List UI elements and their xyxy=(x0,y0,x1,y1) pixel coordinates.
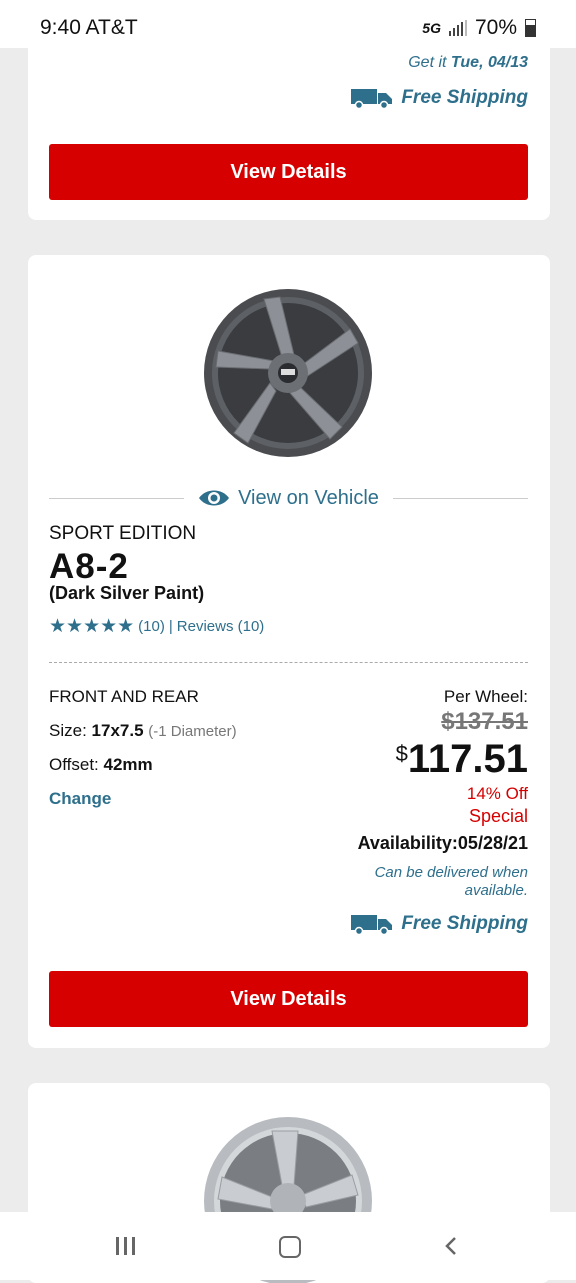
divider xyxy=(49,497,185,499)
original-price: $137.51 xyxy=(441,708,528,735)
back-icon[interactable] xyxy=(442,1236,460,1256)
network-label: 5G xyxy=(422,20,441,36)
delivery-date: Tue, 04/13 xyxy=(450,54,528,71)
free-shipping-label: Free Shipping xyxy=(401,913,528,934)
home-icon[interactable] xyxy=(279,1236,301,1258)
view-on-vehicle-link[interactable]: View on Vehicle xyxy=(184,487,393,510)
size-value: 17x7.5 xyxy=(91,721,144,740)
battery-text: 70% xyxy=(474,16,517,39)
recent-apps-icon[interactable] xyxy=(116,1237,135,1255)
fitment-position: FRONT AND REAR xyxy=(49,687,199,706)
status-bar: 9:40 AT&T 5G 70% xyxy=(0,0,576,48)
product-card: View on Vehicle SPORT EDITION A8-2 (Dark… xyxy=(28,255,550,1048)
free-shipping: Free Shipping xyxy=(351,87,528,109)
system-nav-bar xyxy=(0,1212,576,1280)
rating: ★★★★★ (10) | Reviews (10) xyxy=(49,616,265,637)
size-note: (-1 Diameter) xyxy=(148,723,237,740)
status-indicators: 5G 70% xyxy=(422,16,536,40)
offset-label: Offset: xyxy=(49,755,99,774)
size-label: Size: xyxy=(49,721,87,740)
view-details-button[interactable]: View Details xyxy=(49,971,528,1027)
currency-symbol: $ xyxy=(395,741,408,766)
price-value: 117.51 xyxy=(407,737,528,781)
delivery-prefix: Get it xyxy=(408,54,447,71)
view-on-vehicle-label: View on Vehicle xyxy=(238,486,379,509)
star-icon: ★★★★★ xyxy=(49,616,135,637)
per-wheel-label: Per Wheel: xyxy=(443,687,528,706)
view-details-button[interactable]: View Details xyxy=(49,144,528,200)
free-shipping-label: Free Shipping xyxy=(401,87,528,108)
offset-value: 42mm xyxy=(103,755,153,774)
reviews-link[interactable]: Reviews (10) xyxy=(177,618,265,635)
eye-icon xyxy=(199,490,230,506)
product-brand: SPORT EDITION xyxy=(49,523,197,544)
rating-count[interactable]: (10) xyxy=(138,618,165,635)
size-spec: Size: 17x7.5 (-1 Diameter) xyxy=(49,721,237,741)
view-on-vehicle[interactable]: View on Vehicle xyxy=(49,485,528,511)
availability: Availability:05/28/21 xyxy=(357,833,528,853)
sale-price: $117.51 xyxy=(396,737,528,782)
offset-spec: Offset: 42mm xyxy=(49,755,153,775)
delivery-estimate: Get it Tue, 04/13 xyxy=(408,54,528,72)
delivery-note: Can be delivered when available. xyxy=(374,864,528,899)
signal-icon xyxy=(448,20,467,36)
status-time: 9:40 AT&T xyxy=(40,16,138,39)
change-link[interactable]: Change xyxy=(49,789,111,809)
dashed-divider xyxy=(49,662,528,663)
truck-icon xyxy=(351,89,393,109)
product-card: Get it Tue, 04/13 Free Shipping View Det… xyxy=(28,30,550,220)
truck-icon xyxy=(351,915,393,935)
special-label: Special xyxy=(468,806,528,826)
percent-off: 14% Off xyxy=(466,784,528,803)
wheel-image[interactable] xyxy=(202,287,374,459)
product-model[interactable]: A8-2 xyxy=(49,547,129,587)
battery-icon xyxy=(525,19,536,37)
product-finish: (Dark Silver Paint) xyxy=(49,583,205,603)
free-shipping: Free Shipping xyxy=(351,913,528,935)
divider xyxy=(392,497,528,499)
